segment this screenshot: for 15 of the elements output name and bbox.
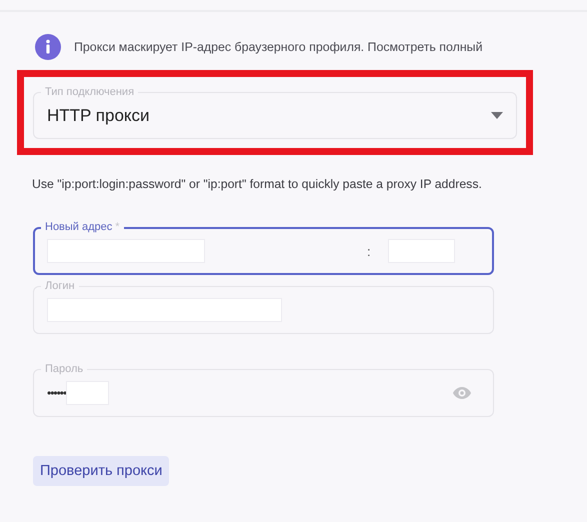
eye-icon[interactable] xyxy=(452,386,472,400)
field-label: Пароль xyxy=(41,362,88,376)
port-separator: : xyxy=(367,244,371,258)
check-proxy-button[interactable]: Проверить прокси xyxy=(33,456,170,486)
password-value: •••••• xyxy=(47,386,66,400)
address-field[interactable]: Новый адрес * : xyxy=(33,220,494,275)
info-icon xyxy=(35,34,61,60)
password-field[interactable]: Пароль •••••• xyxy=(33,362,494,417)
connection-type-select[interactable]: Тип подключения HTTP прокси xyxy=(33,85,517,139)
select-value: HTTP прокси xyxy=(47,106,151,126)
caret-icon xyxy=(491,112,503,119)
hint-text: Use "ip:port:login:password" or "ip:port" format to quickly paste a proxy IP address. xyxy=(32,177,483,191)
field-label: Тип подключения xyxy=(41,85,138,99)
field-label: Новый адрес * xyxy=(41,220,124,234)
info-text: Прокси маскирует IP-адрес браузерного профиля. Посмотреть полный xyxy=(74,40,483,54)
